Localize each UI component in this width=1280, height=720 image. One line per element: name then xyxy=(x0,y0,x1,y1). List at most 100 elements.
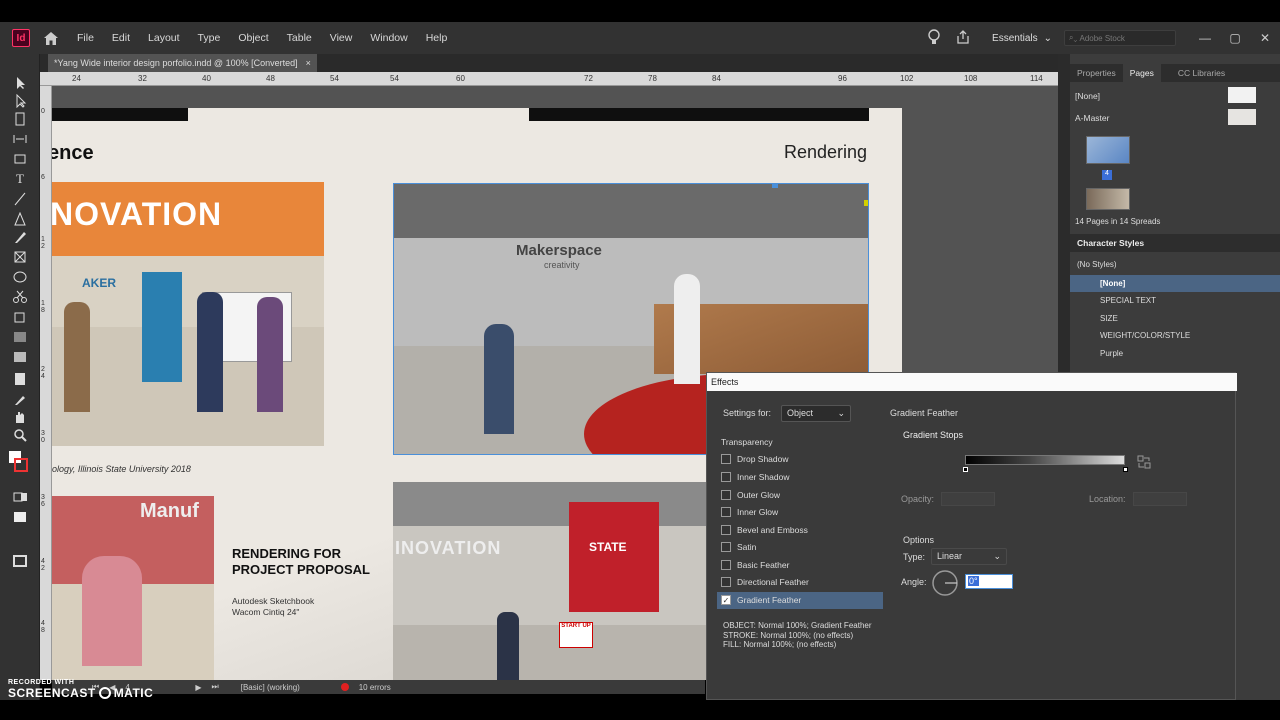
page-tool-icon[interactable] xyxy=(12,112,28,126)
hand-tool-icon[interactable] xyxy=(12,410,28,424)
settings-for-select[interactable]: Object ⌄ xyxy=(781,405,851,422)
last-page-button[interactable]: ⏭ xyxy=(212,682,219,692)
screen-mode-icon[interactable] xyxy=(12,554,28,568)
checkbox-checked-icon[interactable]: ✓ xyxy=(721,595,731,605)
checkbox[interactable] xyxy=(721,560,731,570)
menu-file[interactable]: File xyxy=(74,30,97,46)
checkbox[interactable] xyxy=(721,525,731,535)
angle-input[interactable]: 0° xyxy=(965,574,1013,589)
content-collector-icon[interactable] xyxy=(12,152,28,166)
menu-view[interactable]: View xyxy=(327,30,356,46)
master-none-thumbnail[interactable] xyxy=(1228,87,1256,103)
selection-handle[interactable] xyxy=(864,200,868,206)
effect-outer-glow[interactable]: Outer Glow xyxy=(721,490,780,500)
checkbox[interactable] xyxy=(721,454,731,464)
style-none[interactable]: [None] xyxy=(1070,275,1280,292)
effect-drop-shadow[interactable]: Drop Shadow xyxy=(721,454,789,464)
preflight-profile[interactable]: [Basic] (working) xyxy=(241,683,331,692)
checkbox[interactable] xyxy=(721,507,731,517)
master-a-thumbnail[interactable] xyxy=(1228,109,1256,125)
workspace-switcher[interactable]: Essentials ⌄ xyxy=(992,33,1052,44)
angle-dial-icon[interactable] xyxy=(931,569,959,597)
selection-handle[interactable] xyxy=(772,184,778,188)
effect-gradient-feather[interactable]: ✓ Gradient Feather xyxy=(721,595,801,605)
horizontal-ruler[interactable]: 24 32 40 48 54 54 60 72 78 84 96 102 108… xyxy=(40,72,1058,86)
line-tool-icon[interactable] xyxy=(12,192,28,206)
apply-color-icon[interactable] xyxy=(12,490,28,504)
effect-basic-feather[interactable]: Basic Feather xyxy=(721,560,789,570)
gradient-stop-end[interactable] xyxy=(1123,467,1128,472)
maximize-button[interactable]: ▢ xyxy=(1220,31,1250,45)
menu-table[interactable]: Table xyxy=(284,30,315,46)
pen-tool-icon[interactable] xyxy=(12,212,28,226)
menu-layout[interactable]: Layout xyxy=(145,30,183,46)
tab-pages[interactable]: Pages xyxy=(1122,64,1161,82)
fill-stroke-swatch-icon[interactable] xyxy=(8,450,28,474)
page-shape xyxy=(214,478,394,680)
menu-type[interactable]: Type xyxy=(195,30,224,46)
effect-bevel-emboss[interactable]: Bevel and Emboss xyxy=(721,525,808,535)
stock-search-input[interactable]: ⌕⌄ Adobe Stock xyxy=(1064,30,1176,46)
selection-tool-icon[interactable] xyxy=(12,76,28,90)
type-select[interactable]: Linear ⌄ xyxy=(931,548,1007,565)
menu-edit[interactable]: Edit xyxy=(109,30,133,46)
master-a[interactable]: A-Master xyxy=(1075,113,1109,123)
ellipse-tool-icon[interactable] xyxy=(12,270,28,284)
page-thumbnail[interactable] xyxy=(1086,136,1130,164)
checkbox[interactable] xyxy=(721,577,731,587)
character-styles-header[interactable]: Character Styles xyxy=(1070,234,1280,252)
location-field[interactable] xyxy=(1133,492,1187,506)
style-group-size[interactable]: SIZE xyxy=(1070,310,1280,327)
share-icon[interactable] xyxy=(956,29,970,47)
scissors-tool-icon[interactable] xyxy=(12,290,28,304)
master-none[interactable]: [None] xyxy=(1075,91,1100,101)
effect-directional-feather[interactable]: Directional Feather xyxy=(721,577,809,587)
gradient-ramp[interactable] xyxy=(965,455,1125,465)
effect-inner-glow[interactable]: Inner Glow xyxy=(721,507,778,517)
gradient-swatch-tool-icon[interactable] xyxy=(12,330,28,344)
free-transform-tool-icon[interactable] xyxy=(12,310,28,324)
tab-cc-libraries[interactable]: CC Libraries xyxy=(1171,64,1232,82)
effect-satin[interactable]: Satin xyxy=(721,542,756,552)
next-page-button[interactable]: ▶ xyxy=(195,683,201,692)
rectangle-frame-tool-icon[interactable] xyxy=(12,250,28,264)
menu-window[interactable]: Window xyxy=(367,30,410,46)
direct-selection-tool-icon[interactable] xyxy=(12,94,28,108)
error-indicator-icon xyxy=(340,683,349,691)
menu-help[interactable]: Help xyxy=(423,30,451,46)
effect-inner-shadow[interactable]: Inner Shadow xyxy=(721,472,789,482)
style-group-weight[interactable]: WEIGHT/COLOR/STYLE xyxy=(1070,327,1280,344)
effects-dialog: Effects Settings for: Object ⌄ Transparen… xyxy=(706,372,1237,700)
tab-properties[interactable]: Properties xyxy=(1070,64,1123,82)
vertical-ruler[interactable]: 0 6 1 2 1 8 2 4 3 0 3 6 4 2 4 8 xyxy=(40,86,52,680)
transparency-label[interactable]: Transparency xyxy=(721,437,773,447)
style-purple[interactable]: Purple xyxy=(1070,345,1280,362)
view-mode-icon[interactable] xyxy=(12,510,28,524)
zoom-tool-icon[interactable] xyxy=(12,428,28,442)
document-tab[interactable]: *Yang Wide interior design porfolio.indd… xyxy=(48,54,317,72)
lightbulb-icon[interactable] xyxy=(928,28,940,48)
page-thumbnail[interactable] xyxy=(1086,188,1130,210)
eyedropper-tool-icon[interactable] xyxy=(12,392,28,406)
minimize-button[interactable]: — xyxy=(1190,31,1220,45)
opacity-field[interactable] xyxy=(941,492,995,506)
menu-object[interactable]: Object xyxy=(235,30,271,46)
close-tab-icon[interactable]: × xyxy=(306,58,311,68)
reverse-gradient-icon[interactable] xyxy=(1137,455,1151,469)
checkbox[interactable] xyxy=(721,472,731,482)
note-tool-icon[interactable] xyxy=(12,372,28,386)
gradient-feather-tool-icon[interactable] xyxy=(12,350,28,364)
home-icon[interactable] xyxy=(42,29,60,47)
style-group-special-text[interactable]: SPECIAL TEXT xyxy=(1070,292,1280,309)
type-tool-icon[interactable]: T xyxy=(12,171,28,186)
error-count[interactable]: 10 errors xyxy=(359,683,391,692)
manufacturing-rendering-image[interactable]: Manuf xyxy=(52,496,214,680)
state-rendering-image[interactable]: INOVATION STATE START UP xyxy=(393,482,713,680)
checkbox[interactable] xyxy=(721,490,731,500)
close-window-button[interactable]: ✕ xyxy=(1250,31,1280,45)
checkbox[interactable] xyxy=(721,542,731,552)
pencil-tool-icon[interactable] xyxy=(12,230,28,244)
gradient-stop-start[interactable] xyxy=(963,467,968,472)
gap-tool-icon[interactable] xyxy=(12,132,28,146)
innovation-rendering-image[interactable]: NOVATION AKER xyxy=(52,182,324,446)
